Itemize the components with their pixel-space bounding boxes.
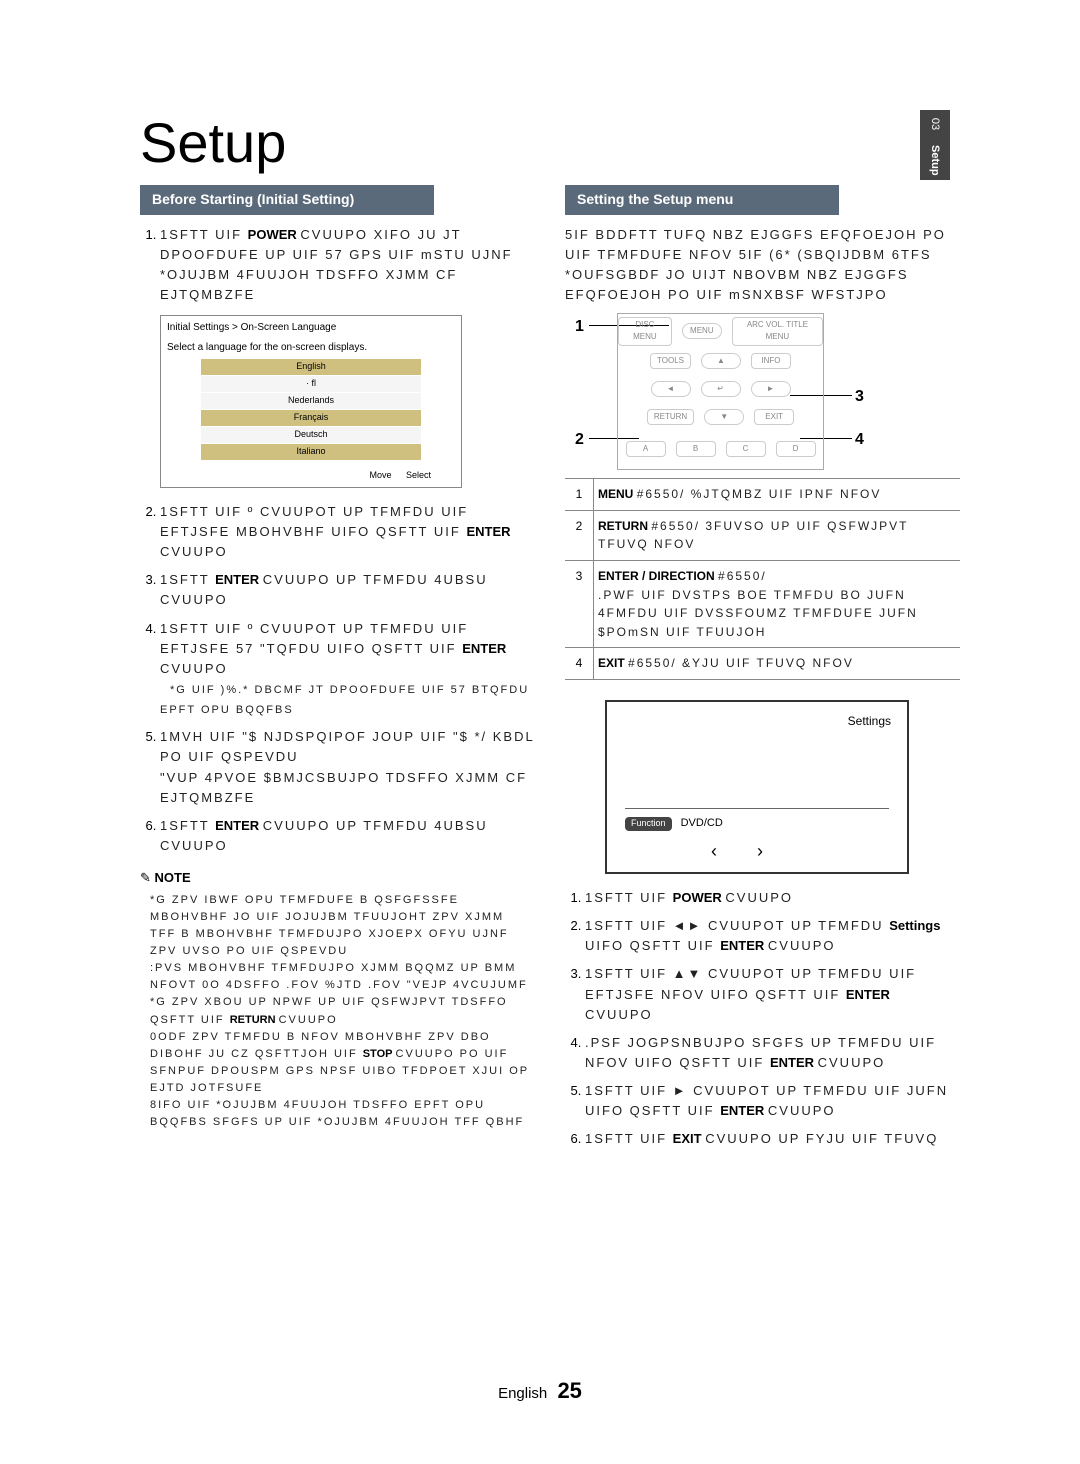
note-icon: ✎: [140, 870, 151, 885]
disc-menu-btn[interactable]: DISC MENU: [618, 317, 672, 346]
lang-it[interactable]: Italiano: [201, 444, 421, 461]
remote-graphic: DISC MENU MENU ARC VOL. TITLE MENU TOOLS…: [617, 313, 824, 470]
lang-list: English · fl Nederlands Français Deutsch…: [201, 359, 421, 461]
left-header: Before Starting (Initial Setting): [140, 185, 434, 215]
tv-screen: Settings Function DVD/CD ‹›: [605, 700, 909, 874]
left-step-2: 1SFTT UIF º CVUUPOT UP TFMFDU UIF EFTJSF…: [160, 502, 535, 562]
right-intro: 5IF BDDFTT TUFQ NBZ EJGGFS EFQFOEJOH PO …: [565, 225, 960, 306]
tv-right-arrow[interactable]: ›: [757, 841, 803, 861]
info-btn[interactable]: INFO: [751, 353, 791, 369]
right-btn[interactable]: ►: [751, 381, 791, 397]
left-column: Before Starting (Initial Setting) 1SFTT …: [140, 185, 535, 1158]
lang-dialog-sub: Select a language for the on-screen disp…: [161, 340, 461, 360]
language-dialog: Initial Settings > On-Screen Language Se…: [160, 315, 462, 488]
remote-figure: 1 2 3 4 DISC MENU MENU ARC VOL. TITLE ME…: [565, 313, 960, 470]
enter-btn[interactable]: ↵: [701, 381, 741, 397]
right-step-4: .PSF JOGPSNBUJPO SFGFS UP TFMFDU UIF NFO…: [585, 1033, 960, 1073]
callout-2: 2: [575, 428, 584, 453]
callout-4: 4: [855, 428, 864, 453]
left-btn[interactable]: ◄: [651, 381, 691, 397]
lang-english[interactable]: English: [201, 359, 421, 376]
color-d[interactable]: D: [776, 441, 816, 457]
note-block: ✎ NOTE *G ZPV IBWF OPU TFMFDUFE B QSFGFS…: [140, 868, 535, 1131]
callout-3: 3: [855, 385, 864, 410]
tv-lower: Function DVD/CD: [625, 808, 889, 832]
color-a[interactable]: A: [626, 441, 666, 457]
footer-page: 25: [551, 1378, 581, 1403]
color-b[interactable]: B: [676, 441, 716, 457]
lang-de[interactable]: Deutsch: [201, 427, 421, 444]
lang-nl[interactable]: Nederlands: [201, 393, 421, 410]
right-header: Setting the Setup menu: [565, 185, 839, 215]
note-label: NOTE: [155, 870, 191, 885]
right-step-5: 1SFTT UIF ► CVUUPOT UP TFMFDU UIF JUFN U…: [585, 1081, 960, 1121]
page-title: Setup: [140, 110, 960, 175]
left-steps: 1SFTT UIF POWER CVUUPO XIFO JU JT DPOOFD…: [140, 225, 535, 856]
lang-fr[interactable]: Français: [201, 410, 421, 427]
menu-btn[interactable]: MENU: [682, 323, 722, 339]
lang-dialog-footer: Move Select: [161, 467, 461, 487]
desc-row-4: 4 EXIT #6550/ &YJU UIF TFUVQ NFOV: [565, 648, 960, 680]
footer-lang: English: [498, 1385, 547, 1402]
left-step-5: 1MVH UIF "$ NJDSPQIPOF JOUP UIF "$ */ KB…: [160, 727, 535, 808]
tv-settings-label: Settings: [848, 712, 891, 731]
lang-dialog-title: Initial Settings > On-Screen Language: [161, 316, 461, 340]
button-desc-table: 1 MENU #6550/ %JTQMBZ UIF IPNF NFOV 2 RE…: [565, 478, 960, 680]
desc-row-3: 3 ENTER / DIRECTION #6550/ .PWF UIF DVST…: [565, 561, 960, 648]
tv-left-arrow[interactable]: ‹: [711, 841, 757, 861]
title-menu-btn[interactable]: ARC VOL. TITLE MENU: [732, 317, 823, 346]
right-step-6: 1SFTT UIF EXIT CVUUPO UP FYJU UIF TFUVQ: [585, 1129, 960, 1149]
tools-btn[interactable]: TOOLS: [650, 353, 691, 369]
side-tab-label: Setup: [929, 145, 941, 175]
right-step-1: 1SFTT UIF POWER CVUUPO: [585, 888, 960, 908]
down-btn[interactable]: ▼: [704, 409, 744, 425]
tv-dvd-label: DVD/CD: [681, 817, 723, 829]
color-c[interactable]: C: [726, 441, 766, 457]
right-step-3: 1SFTT UIF ▲▼ CVUUPOT UP TFMFDU UIF EFTJS…: [585, 964, 960, 1024]
right-column: Setting the Setup menu 5IF BDDFTT TUFQ N…: [565, 185, 960, 1158]
return-btn[interactable]: RETURN: [647, 409, 694, 425]
tv-function-pill: Function: [625, 817, 672, 831]
page-footer: English 25: [0, 1378, 1080, 1404]
left-step-1: 1SFTT UIF POWER CVUUPO XIFO JU JT DPOOFD…: [160, 225, 535, 488]
left-step-3: 1SFTT ENTER CVUUPO UP TFMFDU 4UBSU CVUUP…: [160, 570, 535, 610]
side-tab: 03 Setup: [920, 110, 950, 180]
up-btn[interactable]: ▲: [701, 353, 741, 369]
lang-blank[interactable]: · fl: [201, 376, 421, 393]
desc-row-2: 2 RETURN #6550/ 3FUVSO UP UIF QSFWJPVT T…: [565, 510, 960, 560]
exit-btn[interactable]: EXIT: [754, 409, 794, 425]
page: 03 Setup Setup Before Starting (Initial …: [0, 0, 1080, 1198]
right-step-2: 1SFTT UIF ◄► CVUUPOT UP TFMFDU Settings …: [585, 916, 960, 956]
callout-1: 1: [575, 315, 584, 340]
left-step-4: 1SFTT UIF º CVUUPOT UP TFMFDU UIF EFTJSF…: [160, 619, 535, 720]
side-tab-num: 03: [929, 109, 941, 139]
left-step-6: 1SFTT ENTER CVUUPO UP TFMFDU 4UBSU CVUUP…: [160, 816, 535, 856]
tv-nav: ‹›: [607, 838, 907, 866]
desc-row-1: 1 MENU #6550/ %JTQMBZ UIF IPNF NFOV: [565, 479, 960, 511]
right-steps: 1SFTT UIF POWER CVUUPO 1SFTT UIF ◄► CVUU…: [565, 888, 960, 1150]
